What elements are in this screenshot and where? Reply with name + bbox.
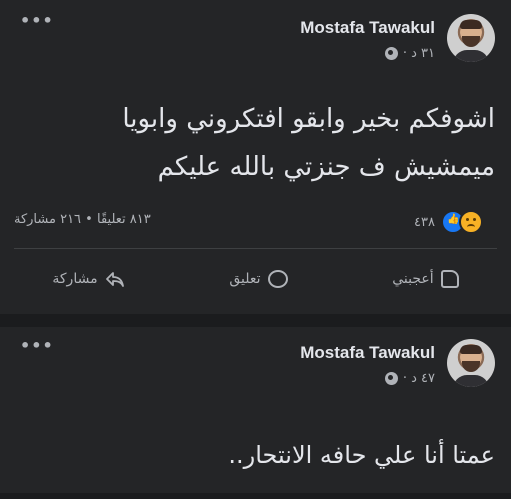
post-text: عمتا أنا علي حافه الانتحار..	[16, 435, 495, 475]
sad-reaction-icon	[459, 210, 483, 234]
post-text: اشوفكم بخير وابقو افتكروني وابويا ميمشيش…	[16, 95, 495, 191]
post-meta: ٣١ د ·	[384, 46, 435, 61]
share-arrow-icon	[105, 269, 125, 289]
reactions-summary[interactable]: ٤٣٨	[414, 210, 483, 234]
post-time[interactable]: ٣١ د ·	[403, 46, 435, 61]
like-button[interactable]: أعجبني	[384, 262, 466, 296]
avatar-shirt	[453, 375, 489, 387]
divider	[14, 248, 497, 249]
comment-label: تعليق	[229, 271, 261, 287]
post-card: ••• Mostafa Tawakul ٣١ د · اشوفكم بخير و…	[0, 0, 511, 314]
comment-bubble-icon	[267, 270, 288, 288]
avatar-beard	[462, 361, 480, 372]
more-options-icon[interactable]: •••	[20, 338, 54, 354]
comments-shares-count[interactable]: ٨١٣ تعليقًا • ٢١٦ مشاركة	[14, 212, 151, 227]
reactions-count: ٤٣٨	[414, 214, 435, 230]
avatar-hair	[460, 345, 482, 354]
post-time[interactable]: ٤٧ د ·	[403, 371, 435, 386]
post-text-line: اشوفكم بخير وابقو افتكروني وابويا	[122, 104, 495, 134]
post-header: ••• Mostafa Tawakul ٤٧ د ·	[14, 338, 497, 395]
avatar[interactable]	[447, 339, 495, 387]
news-feed: ••• Mostafa Tawakul ٣١ د · اشوفكم بخير و…	[0, 0, 511, 499]
avatar-hair	[460, 20, 482, 29]
more-options-icon[interactable]: •••	[20, 13, 54, 29]
like-label: أعجبني	[392, 271, 434, 287]
avatar-beard	[462, 36, 480, 47]
comment-button[interactable]: تعليق	[221, 262, 295, 296]
author-name[interactable]: Mostafa Tawakul	[300, 18, 435, 38]
post-actions: أعجبني تعليق مشاركة	[0, 262, 511, 296]
post-card: ••• Mostafa Tawakul ٤٧ د · عمتا أنا علي …	[0, 327, 511, 493]
post-text-line: ميمشيش ف جنزتي بالله عليكم	[157, 152, 495, 182]
avatar-shirt	[453, 50, 489, 62]
share-label: مشاركة	[52, 271, 98, 287]
share-button[interactable]: مشاركة	[44, 262, 132, 296]
globe-icon	[384, 47, 398, 60]
avatar[interactable]	[447, 14, 495, 62]
post-text-line: عمتا أنا علي حافه الانتحار..	[228, 441, 495, 469]
author-name[interactable]: Mostafa Tawakul	[300, 343, 435, 363]
thumbs-up-icon	[440, 270, 459, 288]
post-header: ••• Mostafa Tawakul ٣١ د ·	[14, 13, 497, 70]
post-meta: ٤٧ د ·	[384, 371, 435, 386]
post-stats: ٤٣٨ ٨١٣ تعليقًا • ٢١٦ مشاركة	[14, 210, 497, 234]
globe-icon	[384, 372, 398, 385]
